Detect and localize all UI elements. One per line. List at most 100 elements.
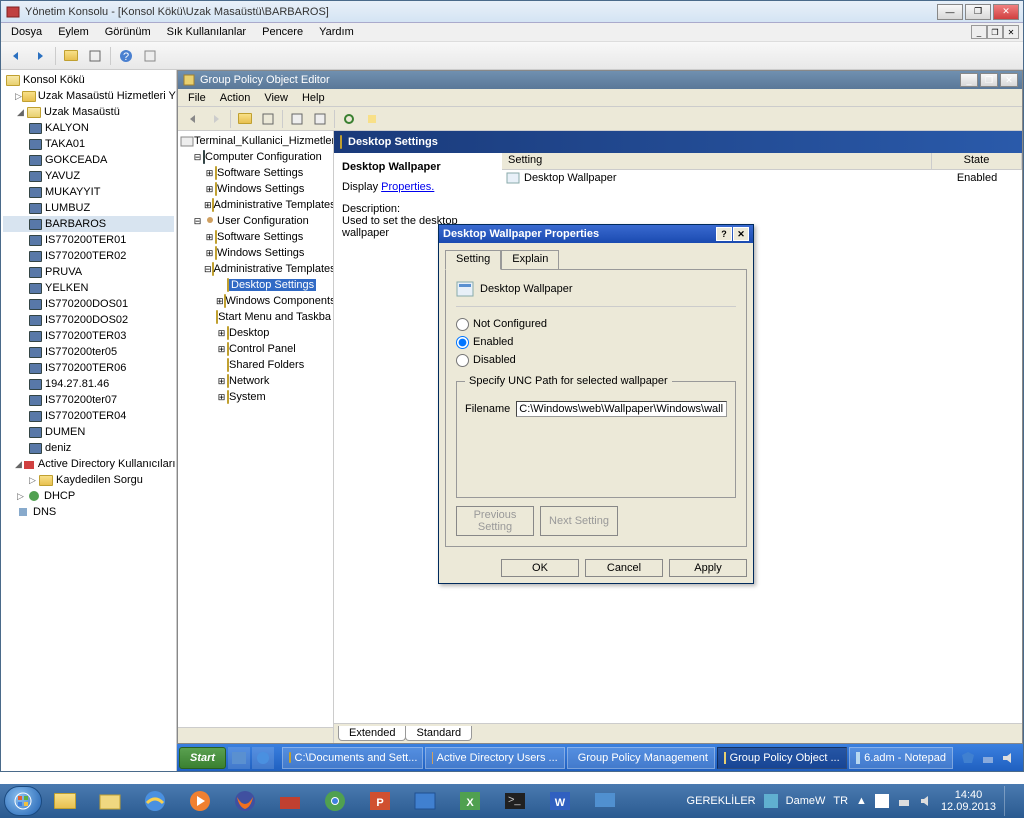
tree-host-is770200ter02[interactable]: IS770200TER02: [3, 248, 174, 264]
show-desktop-button[interactable]: [1004, 786, 1012, 816]
tree-host-lumbuz[interactable]: LUMBUZ: [3, 200, 174, 216]
tree-host-barbaros[interactable]: BARBAROS: [3, 216, 174, 232]
tree-host-taka01[interactable]: TAKA01: [3, 136, 174, 152]
tree-host-is770200dos02[interactable]: IS770200DOS02: [3, 312, 174, 328]
gpo-tree-scrollbar[interactable]: [178, 727, 333, 743]
mdi-restore[interactable]: ❐: [987, 25, 1003, 39]
menu-action[interactable]: Eylem: [52, 24, 95, 40]
gpo-properties-icon[interactable]: [286, 108, 308, 130]
minimize-button[interactable]: —: [937, 4, 963, 20]
tree-rd[interactable]: ◢Uzak Masaüstü: [3, 104, 174, 120]
show-hide-button[interactable]: [84, 45, 106, 67]
tree-host-is770200dos01[interactable]: IS770200DOS01: [3, 296, 174, 312]
tray-flag-icon[interactable]: [875, 794, 889, 808]
prop-titlebar[interactable]: Desktop Wallpaper Properties ? ✕: [439, 225, 753, 243]
tree-dhcp[interactable]: ▷DHCP: [3, 488, 174, 504]
tray-dameware-icon[interactable]: [764, 794, 778, 808]
col-setting[interactable]: Setting: [502, 153, 932, 169]
pin-wmp[interactable]: [178, 786, 222, 816]
quicklaunch-ie[interactable]: [252, 747, 274, 769]
gpo-cc-software[interactable]: ⊞Software Settings: [180, 165, 331, 181]
start-orb[interactable]: [4, 786, 42, 816]
taskbar-aduc[interactable]: Active Directory Users ...: [425, 747, 565, 769]
gpo-shared-folders[interactable]: Shared Folders: [180, 357, 331, 373]
gpo-minimize[interactable]: _: [960, 73, 978, 87]
properties-link[interactable]: Properties.: [381, 181, 434, 193]
filename-input[interactable]: [516, 401, 727, 417]
gpo-maximize[interactable]: ❐: [980, 73, 998, 87]
gpo-menu-file[interactable]: File: [182, 91, 212, 105]
tree-saved-query[interactable]: ▷Kaydedilen Sorgu: [3, 472, 174, 488]
gpo-cc-windows[interactable]: ⊞Windows Settings: [180, 181, 331, 197]
cancel-button[interactable]: Cancel: [585, 559, 663, 577]
taskbar-explorer[interactable]: C:\Documents and Sett...: [282, 747, 423, 769]
gpo-up[interactable]: [234, 108, 256, 130]
gpo-root[interactable]: Terminal_Kullanici_Hizmetleri [pruva: [180, 133, 331, 149]
gpo-refresh-icon[interactable]: [338, 108, 360, 130]
remote-start-button[interactable]: Start: [179, 747, 226, 769]
remote-tray[interactable]: [955, 751, 1021, 765]
pin-vm[interactable]: [403, 786, 447, 816]
forward-button[interactable]: [29, 45, 51, 67]
ok-button[interactable]: OK: [501, 559, 579, 577]
mdi-close[interactable]: ✕: [1003, 25, 1019, 39]
pin-toolbox[interactable]: [268, 786, 312, 816]
menu-window[interactable]: Pencere: [256, 24, 309, 40]
radio-disabled[interactable]: [456, 354, 469, 367]
taskbar-gpoe[interactable]: Group Policy Object ...: [717, 747, 847, 769]
tree-host-is770200ter07[interactable]: IS770200ter07: [3, 392, 174, 408]
taskbar-gpmc[interactable]: Group Policy Management: [567, 747, 715, 769]
pin-chrome[interactable]: [313, 786, 357, 816]
menu-view[interactable]: Görünüm: [99, 24, 157, 40]
tree-host-kalyon[interactable]: KALYON: [3, 120, 174, 136]
gpo-cc-admin[interactable]: ⊞Administrative Templates: [180, 197, 331, 213]
gpo-user-config[interactable]: ⊟User Configuration: [180, 213, 331, 229]
gpo-control-panel[interactable]: ⊞Control Panel: [180, 341, 331, 357]
tray-network-icon[interactable]: [981, 751, 995, 765]
gpo-filter-icon[interactable]: [361, 108, 383, 130]
prop-tab-explain[interactable]: Explain: [501, 250, 559, 270]
tree-host-is770200ter05[interactable]: IS770200ter05: [3, 344, 174, 360]
tray-label-gerek[interactable]: GEREKLİLER: [687, 795, 756, 807]
tray-shield-icon[interactable]: [961, 751, 975, 765]
tree-host-194.27.81.46[interactable]: 194.27.81.46: [3, 376, 174, 392]
tree-host-mukayyit[interactable]: MUKAYYIT: [3, 184, 174, 200]
gpo-menu-help[interactable]: Help: [296, 91, 331, 105]
gpo-computer-config[interactable]: ⊟Computer Configuration: [180, 149, 331, 165]
radio-not-configured[interactable]: [456, 318, 469, 331]
prev-setting-button[interactable]: Previous Setting: [456, 506, 534, 536]
pin-ie[interactable]: [133, 786, 177, 816]
tray-sound-icon[interactable]: [919, 794, 933, 808]
up-button[interactable]: [60, 45, 82, 67]
tree-host-is770200ter04[interactable]: IS770200TER04: [3, 408, 174, 424]
tree-host-is770200ter01[interactable]: IS770200TER01: [3, 232, 174, 248]
gpo-titlebar[interactable]: Group Policy Object Editor _ ❐ ✕: [178, 71, 1022, 89]
tree-host-deniz[interactable]: deniz: [3, 440, 174, 456]
tree-ad[interactable]: ◢Active Directory Kullanıcıları ve: [3, 456, 174, 472]
gpo-list-icon[interactable]: [257, 108, 279, 130]
tray-expand-icon[interactable]: ▲: [856, 795, 867, 807]
mdi-minimize[interactable]: _: [971, 25, 987, 39]
pin-rdp[interactable]: [583, 786, 627, 816]
menu-help[interactable]: Yardım: [313, 24, 360, 40]
radio-enabled[interactable]: [456, 336, 469, 349]
tree-host-is770200ter03[interactable]: IS770200TER03: [3, 328, 174, 344]
close-button[interactable]: ✕: [993, 4, 1019, 20]
prop-tab-setting[interactable]: Setting: [445, 250, 501, 270]
taskbar-notepad[interactable]: 6.adm - Notepad: [849, 747, 953, 769]
mmc-titlebar[interactable]: Yönetim Konsolu - [Konsol Kökü\Uzak Masa…: [1, 1, 1023, 23]
tree-host-pruva[interactable]: PRUVA: [3, 264, 174, 280]
tray-volume-icon[interactable]: [1001, 751, 1015, 765]
menu-file[interactable]: Dosya: [5, 24, 48, 40]
apply-button[interactable]: Apply: [669, 559, 747, 577]
tree-host-yavuz[interactable]: YAVUZ: [3, 168, 174, 184]
gpo-system[interactable]: ⊞System: [180, 389, 331, 405]
setting-row[interactable]: Desktop Wallpaper Enabled: [502, 170, 1022, 186]
tray-clock[interactable]: 14:40 12.09.2013: [941, 789, 996, 813]
gpo-uc-windows[interactable]: ⊞Windows Settings: [180, 245, 331, 261]
tree-host-dumen[interactable]: DUMEN: [3, 424, 174, 440]
tab-standard[interactable]: Standard: [405, 726, 472, 741]
pin-word[interactable]: W: [538, 786, 582, 816]
pin-explorer[interactable]: [43, 786, 87, 816]
help-button[interactable]: ?: [115, 45, 137, 67]
